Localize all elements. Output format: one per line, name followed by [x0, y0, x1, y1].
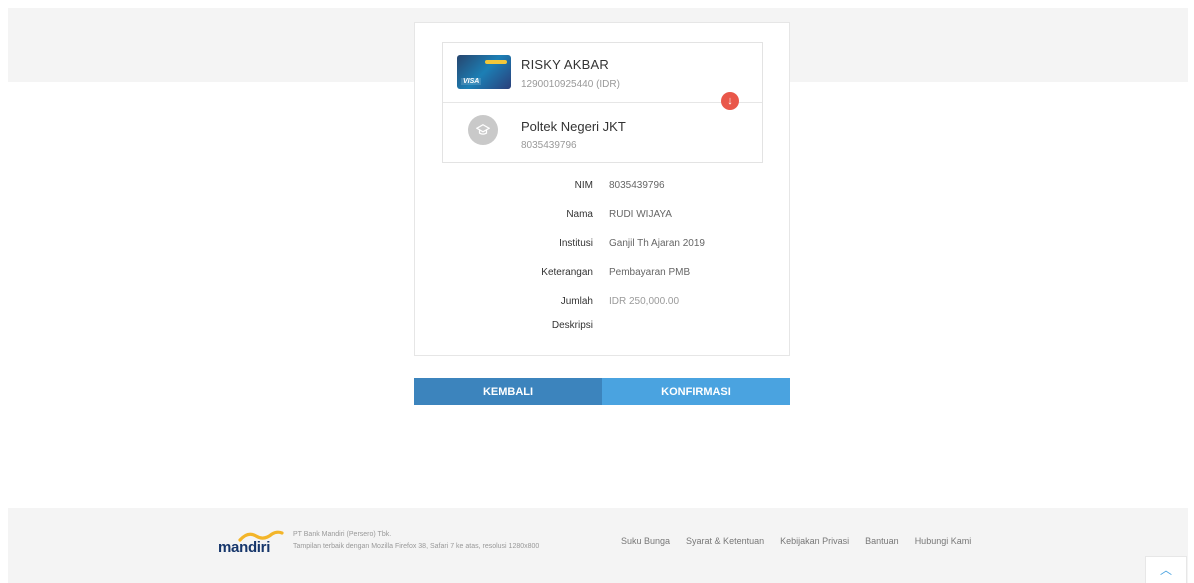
- debit-card-image: VISA: [457, 55, 511, 89]
- confirmation-card: VISA RISKY AKBAR 1290010925440 (IDR) ↓ P…: [414, 22, 790, 356]
- mandiri-logo: mandiri: [218, 530, 286, 556]
- detail-label: Deskripsi: [551, 320, 593, 331]
- detail-value: Ganjil Th Ajaran 2019: [609, 238, 705, 249]
- detail-label: NIM: [574, 180, 593, 191]
- chevron-up-icon[interactable]: ︿: [1145, 556, 1187, 583]
- destination-account: Poltek Negeri JKT 8035439796: [443, 103, 762, 163]
- destination-name: Poltek Negeri JKT: [521, 119, 626, 134]
- detail-row-jumlah: Jumlah IDR 250,000.00: [415, 296, 789, 312]
- detail-row-deskripsi: Deskripsi: [415, 320, 789, 336]
- link-bantuan[interactable]: Bantuan: [865, 536, 899, 546]
- destination-account-number: 8035439796: [521, 140, 577, 151]
- detail-row-keterangan: Keterangan Pembayaran PMB: [415, 267, 789, 283]
- confirm-button[interactable]: KONFIRMASI: [602, 378, 790, 405]
- detail-value: IDR 250,000.00: [609, 296, 680, 307]
- detail-row-nim: NIM 8035439796: [415, 180, 789, 196]
- transfer-summary: VISA RISKY AKBAR 1290010925440 (IDR) ↓ P…: [442, 42, 763, 163]
- footer: mandiri PT Bank Mandiri (Persero) Tbk. T…: [8, 508, 1188, 583]
- detail-label: Institusi: [559, 238, 593, 249]
- card-stripe: [485, 60, 507, 64]
- graduation-cap-icon: [468, 115, 498, 145]
- footer-links: Suku Bunga Syarat & Ketentuan Kebijakan …: [621, 536, 971, 546]
- source-name: RISKY AKBAR: [521, 57, 609, 72]
- back-button[interactable]: KEMBALI: [414, 378, 602, 405]
- link-suku-bunga[interactable]: Suku Bunga: [621, 536, 670, 546]
- detail-label: Nama: [566, 209, 593, 220]
- link-kebijakan-privasi[interactable]: Kebijakan Privasi: [780, 536, 849, 546]
- detail-value: 8035439796: [609, 180, 665, 191]
- link-hubungi-kami[interactable]: Hubungi Kami: [915, 536, 972, 546]
- visa-logo: VISA: [461, 78, 482, 85]
- action-buttons: KEMBALI KONFIRMASI: [414, 378, 790, 405]
- source-account: VISA RISKY AKBAR 1290010925440 (IDR): [443, 43, 762, 103]
- detail-label: Jumlah: [560, 296, 593, 307]
- detail-row-institusi: Institusi Ganjil Th Ajaran 2019: [415, 238, 789, 254]
- detail-value: Pembayaran PMB: [609, 267, 691, 278]
- detail-label: Keterangan: [541, 267, 593, 278]
- logo-text: mandiri: [218, 539, 271, 556]
- footer-browser-note: Tampilan terbaik dengan Mozilla Firefox …: [293, 543, 540, 550]
- detail-row-nama: Nama RUDI WIJAYA: [415, 209, 789, 225]
- detail-value: RUDI WIJAYA: [609, 209, 672, 220]
- footer-company: PT Bank Mandiri (Persero) Tbk.: [293, 531, 392, 538]
- source-account-number: 1290010925440 (IDR): [521, 79, 620, 90]
- link-syarat-ketentuan[interactable]: Syarat & Ketentuan: [686, 536, 764, 546]
